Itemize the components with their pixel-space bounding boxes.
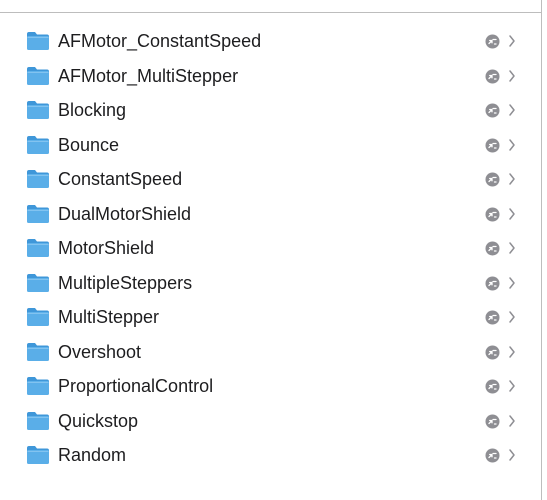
list-item[interactable]: Bounce: [0, 128, 541, 163]
folder-icon: [26, 445, 50, 465]
folder-name: AFMotor_MultiStepper: [58, 65, 239, 86]
cloud-status-icon: [485, 379, 500, 394]
folder-name: Overshoot: [58, 341, 142, 362]
cloud-status-icon: [485, 172, 500, 187]
list-item[interactable]: Random: [0, 438, 541, 473]
chevron-right-icon[interactable]: [508, 69, 516, 83]
folder-name: ConstantSpeed: [58, 169, 183, 189]
list-item[interactable]: ConstantSpeed: [0, 162, 541, 197]
chevron-right-icon[interactable]: [508, 448, 516, 462]
cloud-status-icon: [485, 448, 500, 463]
list-item[interactable]: Overshoot: [0, 335, 541, 370]
folder-icon: [26, 204, 50, 224]
folder-icon: [26, 307, 50, 327]
chevron-right-icon[interactable]: [508, 379, 516, 393]
top-divider: [0, 12, 541, 13]
folder-name: MotorShield: [58, 238, 155, 258]
folder-name: Blocking: [58, 100, 127, 120]
folder-icon: [26, 169, 50, 189]
list-item[interactable]: MultipleSteppers: [0, 266, 541, 301]
folder-icon: [26, 100, 50, 120]
cloud-status-icon: [485, 69, 500, 84]
folder-name: MultiStepper: [58, 307, 160, 327]
folder-icon: [26, 411, 50, 431]
cloud-status-icon: [485, 241, 500, 256]
folder-icon: [26, 238, 50, 258]
cloud-status-icon: [485, 276, 500, 291]
list-item[interactable]: Quickstop: [0, 404, 541, 439]
cloud-status-icon: [485, 414, 500, 429]
folder-name: MultipleSteppers: [58, 272, 193, 293]
chevron-right-icon[interactable]: [508, 310, 516, 324]
folder-name: DualMotorShield: [58, 203, 192, 224]
chevron-right-icon[interactable]: [508, 207, 516, 221]
cloud-status-icon: [485, 138, 500, 153]
list-item[interactable]: AFMotor_ConstantSpeed: [0, 24, 541, 59]
folder-name: Random: [58, 445, 127, 465]
folder-icon: [26, 66, 50, 86]
chevron-right-icon[interactable]: [508, 276, 516, 290]
cloud-status-icon: [485, 103, 500, 118]
chevron-right-icon[interactable]: [508, 241, 516, 255]
chevron-right-icon[interactable]: [508, 414, 516, 428]
folder-name: AFMotor_ConstantSpeed: [58, 31, 262, 51]
folder-name: ProportionalControl: [58, 376, 214, 396]
folder-icon: [26, 342, 50, 362]
chevron-right-icon[interactable]: [508, 103, 516, 117]
folder-name: Quickstop: [58, 410, 139, 431]
folder-name: Bounce: [58, 134, 120, 155]
cloud-status-icon: [485, 207, 500, 222]
chevron-right-icon[interactable]: [508, 138, 516, 152]
cloud-status-icon: [485, 34, 500, 49]
list-item[interactable]: MotorShield: [0, 231, 541, 266]
cloud-status-icon: [485, 310, 500, 325]
list-item[interactable]: Blocking: [0, 93, 541, 128]
list-item[interactable]: DualMotorShield: [0, 197, 541, 232]
column-divider: [541, 0, 542, 500]
folder-icon: [26, 135, 50, 155]
list-item[interactable]: AFMotor_MultiStepper: [0, 59, 541, 94]
list-item[interactable]: MultiStepper: [0, 300, 541, 335]
folder-icon: [26, 31, 50, 51]
folder-icon: [26, 273, 50, 293]
chevron-right-icon[interactable]: [508, 34, 516, 48]
folder-list: AFMotor_ConstantSpeed AFMotor_MultiStepp…: [0, 24, 541, 473]
list-item[interactable]: ProportionalControl: [0, 369, 541, 404]
folder-icon: [26, 376, 50, 396]
cloud-status-icon: [485, 345, 500, 360]
chevron-right-icon[interactable]: [508, 172, 516, 186]
chevron-right-icon[interactable]: [508, 345, 516, 359]
